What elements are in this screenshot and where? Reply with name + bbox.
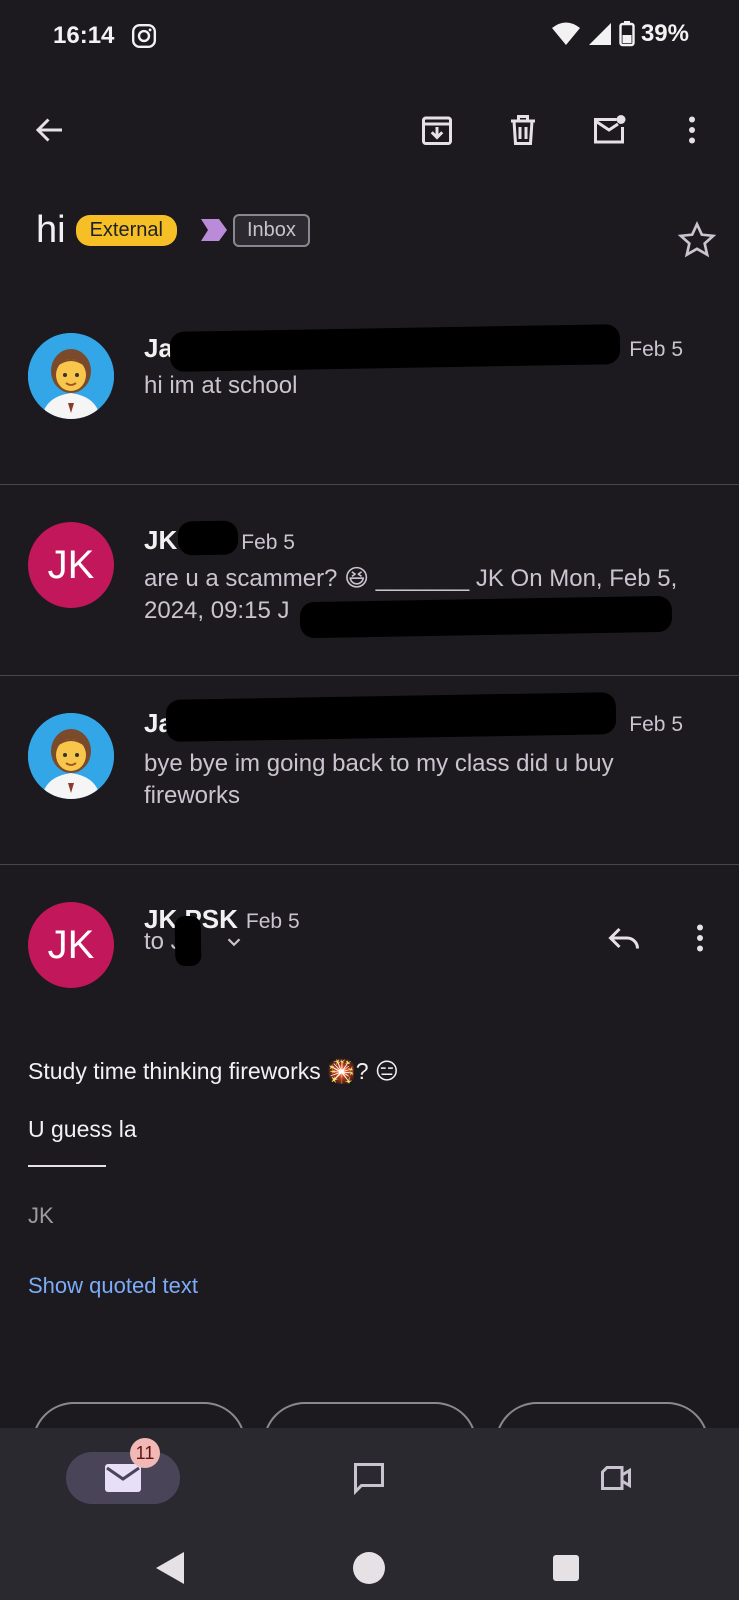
girl-avatar-icon <box>28 333 114 419</box>
redaction-mark <box>299 595 673 639</box>
label-importance-icon <box>200 219 227 241</box>
redaction-mark <box>169 324 621 372</box>
sender-name: Ja <box>144 333 173 363</box>
chat-icon <box>354 1463 384 1496</box>
mail-icon <box>105 1464 141 1492</box>
message-date: Feb 5 <box>629 713 683 736</box>
wifi-icon <box>551 22 580 45</box>
nav-mail-tab[interactable] <box>66 1452 180 1504</box>
mark-unread-button[interactable] <box>585 106 633 154</box>
external-chip: External <box>75 214 177 246</box>
reply-button[interactable] <box>600 914 648 962</box>
unread-count-badge: 11 <box>130 1438 160 1468</box>
message-item[interactable]: Ja Feb 5 hi im at school <box>0 300 739 485</box>
battery-icon <box>619 21 635 47</box>
more-options-button[interactable] <box>668 106 716 154</box>
system-back-icon[interactable] <box>152 1550 186 1586</box>
message-item[interactable]: Ja Feb 5 bye bye im going back to my cla… <box>0 676 739 865</box>
message-snippet: bye bye im going back to my class did u … <box>144 750 614 809</box>
signature-divider <box>28 1165 106 1167</box>
avatar <box>28 713 114 799</box>
more-vert-icon <box>697 924 703 952</box>
top-app-bar <box>0 100 739 164</box>
system-navigation-bar <box>0 1520 739 1600</box>
show-quoted-text-link[interactable]: Show quoted text <box>28 1273 198 1299</box>
archive-icon <box>422 116 452 145</box>
system-recents-icon[interactable] <box>552 1554 580 1582</box>
message-date: Feb 5 <box>245 910 300 933</box>
thread-subject: hi <box>36 208 66 251</box>
chevron-down-icon <box>227 938 240 947</box>
nav-meet-tab[interactable] <box>592 1454 640 1502</box>
status-indicators: 39% <box>551 20 689 48</box>
subject-row: hi External Inbox <box>36 200 709 260</box>
avatar <box>28 333 114 419</box>
message-body-line: U guess la <box>28 1116 137 1142</box>
message-snippet: hi im at school <box>144 372 298 399</box>
delete-button[interactable] <box>499 106 547 154</box>
nav-chat-tab[interactable] <box>345 1454 393 1502</box>
back-arrow-icon <box>35 118 62 142</box>
archive-button[interactable] <box>413 106 461 154</box>
battery-percent: 39% <box>640 20 689 47</box>
message-item[interactable]: JK JK Feb 5 are u a scammer? 😆 _______ JK… <box>0 485 739 676</box>
trash-icon <box>511 115 535 145</box>
girl-avatar-icon <box>28 713 114 799</box>
mark-unread-icon <box>594 115 626 144</box>
status-time: 16:14 <box>53 22 115 49</box>
avatar: JK <box>28 902 114 988</box>
system-home-icon[interactable] <box>352 1551 386 1585</box>
message-more-button[interactable] <box>676 914 724 962</box>
back-button[interactable] <box>26 106 74 154</box>
bottom-navigation: 11 <box>0 1428 739 1520</box>
inbox-chip[interactable]: Inbox <box>232 213 310 247</box>
message-body-line: Study time thinking fireworks 🎇? 😑 <box>28 1058 399 1084</box>
status-bar: 16:14 39% <box>0 0 739 72</box>
reply-icon <box>608 927 639 949</box>
message-date: Feb 5 <box>629 338 683 361</box>
sender-name-text: JK <box>144 525 178 555</box>
signal-icon <box>588 23 611 45</box>
star-icon[interactable] <box>677 220 717 260</box>
video-camera-icon <box>601 1466 631 1490</box>
signature: JK <box>28 1203 54 1228</box>
redaction-mark <box>174 915 202 967</box>
instagram-icon <box>131 23 157 49</box>
more-vert-icon <box>689 116 695 144</box>
recipient-details[interactable]: to J <box>144 915 245 967</box>
gmail-thread-screen: 16:14 39% hi External Inbox Ja Feb 5 hi … <box>0 0 739 1600</box>
message-date: Feb 5 <box>241 531 295 554</box>
redaction-mark <box>177 520 239 556</box>
redaction-mark <box>165 692 617 742</box>
avatar: JK <box>28 522 114 608</box>
